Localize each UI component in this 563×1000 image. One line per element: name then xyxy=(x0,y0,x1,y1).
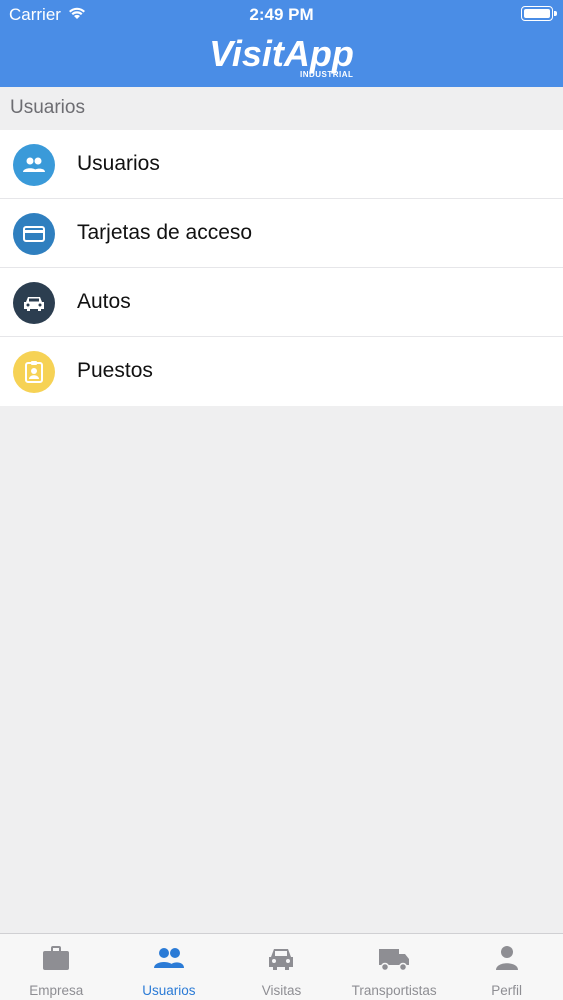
menu-list: Usuarios Tarjetas de acceso Autos Puesto… xyxy=(0,130,563,406)
car-icon xyxy=(13,282,55,324)
status-bar: Carrier 2:49 PM xyxy=(0,0,563,30)
menu-item-tarjetas[interactable]: Tarjetas de acceso xyxy=(0,199,563,268)
clock: 2:49 PM xyxy=(249,5,314,24)
menu-item-label: Usuarios xyxy=(77,152,160,175)
tab-perfil[interactable]: Perfil xyxy=(450,934,563,1000)
section-title: Usuarios xyxy=(0,87,563,130)
battery-icon xyxy=(521,6,557,21)
tab-label: Usuarios xyxy=(142,983,196,998)
tab-label: Visitas xyxy=(261,983,302,998)
tab-usuarios[interactable]: Usuarios xyxy=(113,934,226,1000)
logo-text: VisitApp xyxy=(209,33,354,74)
tab-label: Transportistas xyxy=(351,983,437,998)
users-icon xyxy=(13,144,55,186)
menu-item-label: Puestos xyxy=(77,359,153,382)
tab-transportistas[interactable]: Transportistas xyxy=(338,934,451,1000)
truck-icon xyxy=(379,949,410,972)
menu-item-label: Autos xyxy=(77,290,131,313)
person-icon xyxy=(495,946,518,970)
menu-item-usuarios[interactable]: Usuarios xyxy=(0,130,563,199)
menu-item-autos[interactable]: Autos xyxy=(0,268,563,337)
briefcase-icon xyxy=(43,946,70,970)
tab-empresa[interactable]: Empresa xyxy=(0,934,113,1000)
tab-visitas[interactable]: Visitas xyxy=(225,934,338,1000)
car-icon xyxy=(269,949,294,970)
menu-item-puestos[interactable]: Puestos xyxy=(0,337,563,406)
app-logo: VisitApp INDUSTRIAL xyxy=(0,34,563,80)
tab-label: Empresa xyxy=(29,983,84,998)
tab-bar: Empresa Usuarios Visitas Transportistas … xyxy=(0,933,563,1000)
badge-icon xyxy=(13,351,55,393)
nav-header: Carrier 2:49 PM VisitApp INDUSTRIAL xyxy=(0,0,563,87)
users-icon xyxy=(153,948,184,968)
tab-label: Perfil xyxy=(491,983,523,998)
menu-item-label: Tarjetas de acceso xyxy=(77,221,253,244)
logo-subtitle: INDUSTRIAL xyxy=(300,70,354,79)
credit-card-icon xyxy=(13,213,55,255)
